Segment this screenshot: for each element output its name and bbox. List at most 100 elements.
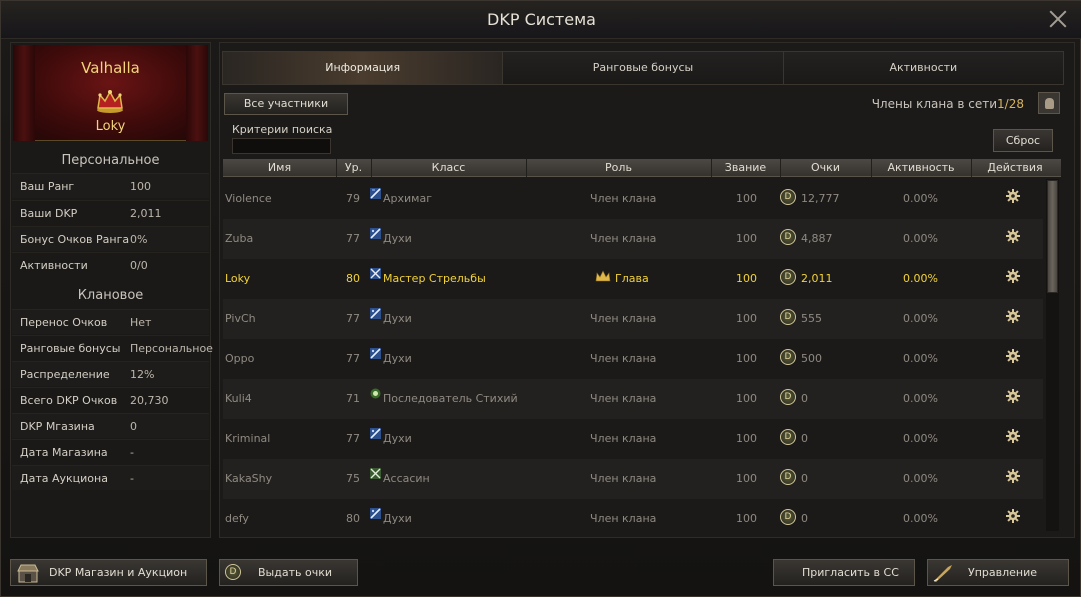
table-row[interactable]: defy 80 Духи Член клана 100 D 0 0.00% — [223, 499, 1043, 539]
member-points: 0 — [801, 472, 808, 485]
member-rank: 100 — [736, 352, 757, 365]
stat-row: Ваши DKP 2,011 — [12, 200, 209, 225]
member-activity: 0.00% — [903, 232, 938, 245]
dkp-coin-icon: D — [780, 269, 796, 285]
member-points: 555 — [801, 312, 822, 325]
member-name: Kriminal — [225, 432, 271, 445]
member-class: Духи — [383, 232, 412, 245]
column-header-activity[interactable]: Активность — [871, 161, 971, 174]
member-name: PivCh — [225, 312, 256, 325]
column-header-points[interactable]: Очки — [780, 161, 871, 174]
gear-icon[interactable] — [1006, 469, 1020, 483]
class-spirit-icon — [370, 228, 381, 239]
give-points-button[interactable]: D Выдать очки — [219, 559, 358, 586]
column-header-level[interactable]: Ур. — [336, 161, 371, 174]
table-row[interactable]: Loky 80 Мастер Стрельбы Глава 100 D 2,011 0.00% — [223, 259, 1043, 299]
online-label: Члены клана в сети — [871, 97, 998, 111]
member-rank: 100 — [736, 272, 757, 285]
column-header-actions: Действия — [987, 161, 1043, 174]
invite-button[interactable]: Пригласить в СС — [773, 559, 915, 586]
member-name: Loky — [225, 272, 251, 285]
class-spirit-icon — [370, 508, 381, 519]
member-rank: 100 — [736, 232, 757, 245]
gear-icon[interactable] — [1006, 349, 1020, 363]
member-points: 0 — [801, 512, 808, 525]
dkp-window: DKP Система Valhalla Loky Персональное В… — [0, 0, 1081, 597]
member-level: 80 — [346, 272, 360, 285]
close-icon[interactable] — [1048, 9, 1068, 29]
member-class: Духи — [383, 312, 412, 325]
member-level: 75 — [346, 472, 360, 485]
member-level: 77 — [346, 432, 360, 445]
stat-row: Распределение 12% — [12, 361, 209, 386]
reset-button[interactable]: Сброс — [993, 129, 1053, 152]
gear-icon[interactable] — [1006, 509, 1020, 523]
stat-row: Ранговые бонусы Персональное — [12, 335, 213, 360]
members-scrollbar[interactable] — [1046, 179, 1059, 531]
member-activity: 0.00% — [903, 432, 938, 445]
column-header-rank[interactable]: Звание — [711, 161, 780, 174]
member-name: Kuli4 — [225, 392, 252, 405]
tab-bar: Информация Ранговые бонусы Активности — [222, 51, 1064, 85]
member-name: Zuba — [225, 232, 254, 245]
table-row[interactable]: PivCh 77 Духи Член клана 100 D 555 0.00% — [223, 299, 1043, 339]
gear-icon[interactable] — [1006, 429, 1020, 443]
member-class: Духи — [383, 352, 412, 365]
table-row[interactable]: Zuba 77 Духи Член клана 100 D 4,887 0.00% — [223, 219, 1043, 259]
scrollbar-thumb[interactable] — [1047, 180, 1058, 293]
dkp-shop-button[interactable]: DKP Магазин и Аукцион — [10, 559, 207, 586]
dkp-coin-icon: D — [780, 469, 796, 485]
clan-banner: Valhalla Loky — [13, 45, 208, 141]
member-rank: 100 — [736, 392, 757, 405]
column-header-role[interactable]: Роль — [526, 161, 711, 174]
gear-icon[interactable] — [1006, 269, 1020, 283]
tab-information[interactable]: Информация — [223, 52, 504, 84]
member-level: 77 — [346, 232, 360, 245]
gear-icon[interactable] — [1006, 229, 1020, 243]
member-activity: 0.00% — [903, 472, 938, 485]
class-archmage-icon — [370, 188, 381, 199]
table-row[interactable]: Violence 79 Архимаг Член клана 100 D 12,777 0.0… — [223, 179, 1043, 219]
table-row[interactable]: KakaShy 75 Ассасин Член клана 100 D 0 0.00% — [223, 459, 1043, 499]
gear-icon[interactable] — [1006, 389, 1020, 403]
member-role: Член клана — [590, 352, 657, 365]
member-level: 71 — [346, 392, 360, 405]
member-rank: 100 — [736, 432, 757, 445]
member-name: Violence — [225, 192, 272, 205]
table-row[interactable]: Oppo 77 Духи Член клана 100 D 500 0.00% — [223, 339, 1043, 379]
search-input[interactable] — [232, 138, 331, 154]
title-bar: DKP Система — [1, 1, 1081, 39]
dkp-coin-icon: D — [780, 349, 796, 365]
leader-crown-icon — [595, 270, 611, 282]
tab-rank-bonuses[interactable]: Ранговые бонусы — [503, 52, 784, 84]
dkp-coin-icon: D — [780, 229, 796, 245]
dkp-shop-label: DKP Магазин и Аукцион — [49, 566, 188, 579]
table-row[interactable]: Kriminal 77 Духи Член клана 100 D 0 0.00% — [223, 419, 1043, 459]
member-class: Мастер Стрельбы — [383, 272, 486, 285]
stat-row: Дата Аукциона - — [12, 465, 209, 490]
column-header-class[interactable]: Класс — [371, 161, 526, 174]
member-class: Духи — [383, 432, 412, 445]
stat-row: Всего DKP Очков 20,730 — [12, 387, 209, 412]
column-header-name[interactable]: Имя — [223, 161, 336, 174]
stat-row: Ваш Ранг 100 — [12, 173, 209, 198]
member-level: 80 — [346, 512, 360, 525]
table-row[interactable]: Kuli4 71 Последователь Стихий Член клана 100… — [223, 379, 1043, 419]
quill-icon — [933, 565, 952, 582]
gear-icon[interactable] — [1006, 309, 1020, 323]
clan-leader-name: Loky — [95, 119, 126, 134]
bag-icon[interactable] — [1038, 92, 1060, 114]
tab-activities[interactable]: Активности — [783, 52, 1063, 84]
manage-button[interactable]: Управление — [927, 559, 1069, 586]
member-role: Член клана — [590, 432, 657, 445]
gear-icon[interactable] — [1006, 189, 1020, 203]
member-class: Последователь Стихий — [383, 392, 518, 405]
online-count: 1/28 — [997, 97, 1024, 111]
all-members-dropdown[interactable]: Все участники — [224, 93, 348, 115]
member-activity: 0.00% — [903, 192, 938, 205]
dkp-coin-icon: D — [780, 389, 796, 405]
member-points: 0 — [801, 392, 808, 405]
clan-name: Valhalla — [81, 59, 140, 77]
member-name: defy — [225, 512, 249, 525]
class-gunmaster-icon — [370, 268, 381, 279]
